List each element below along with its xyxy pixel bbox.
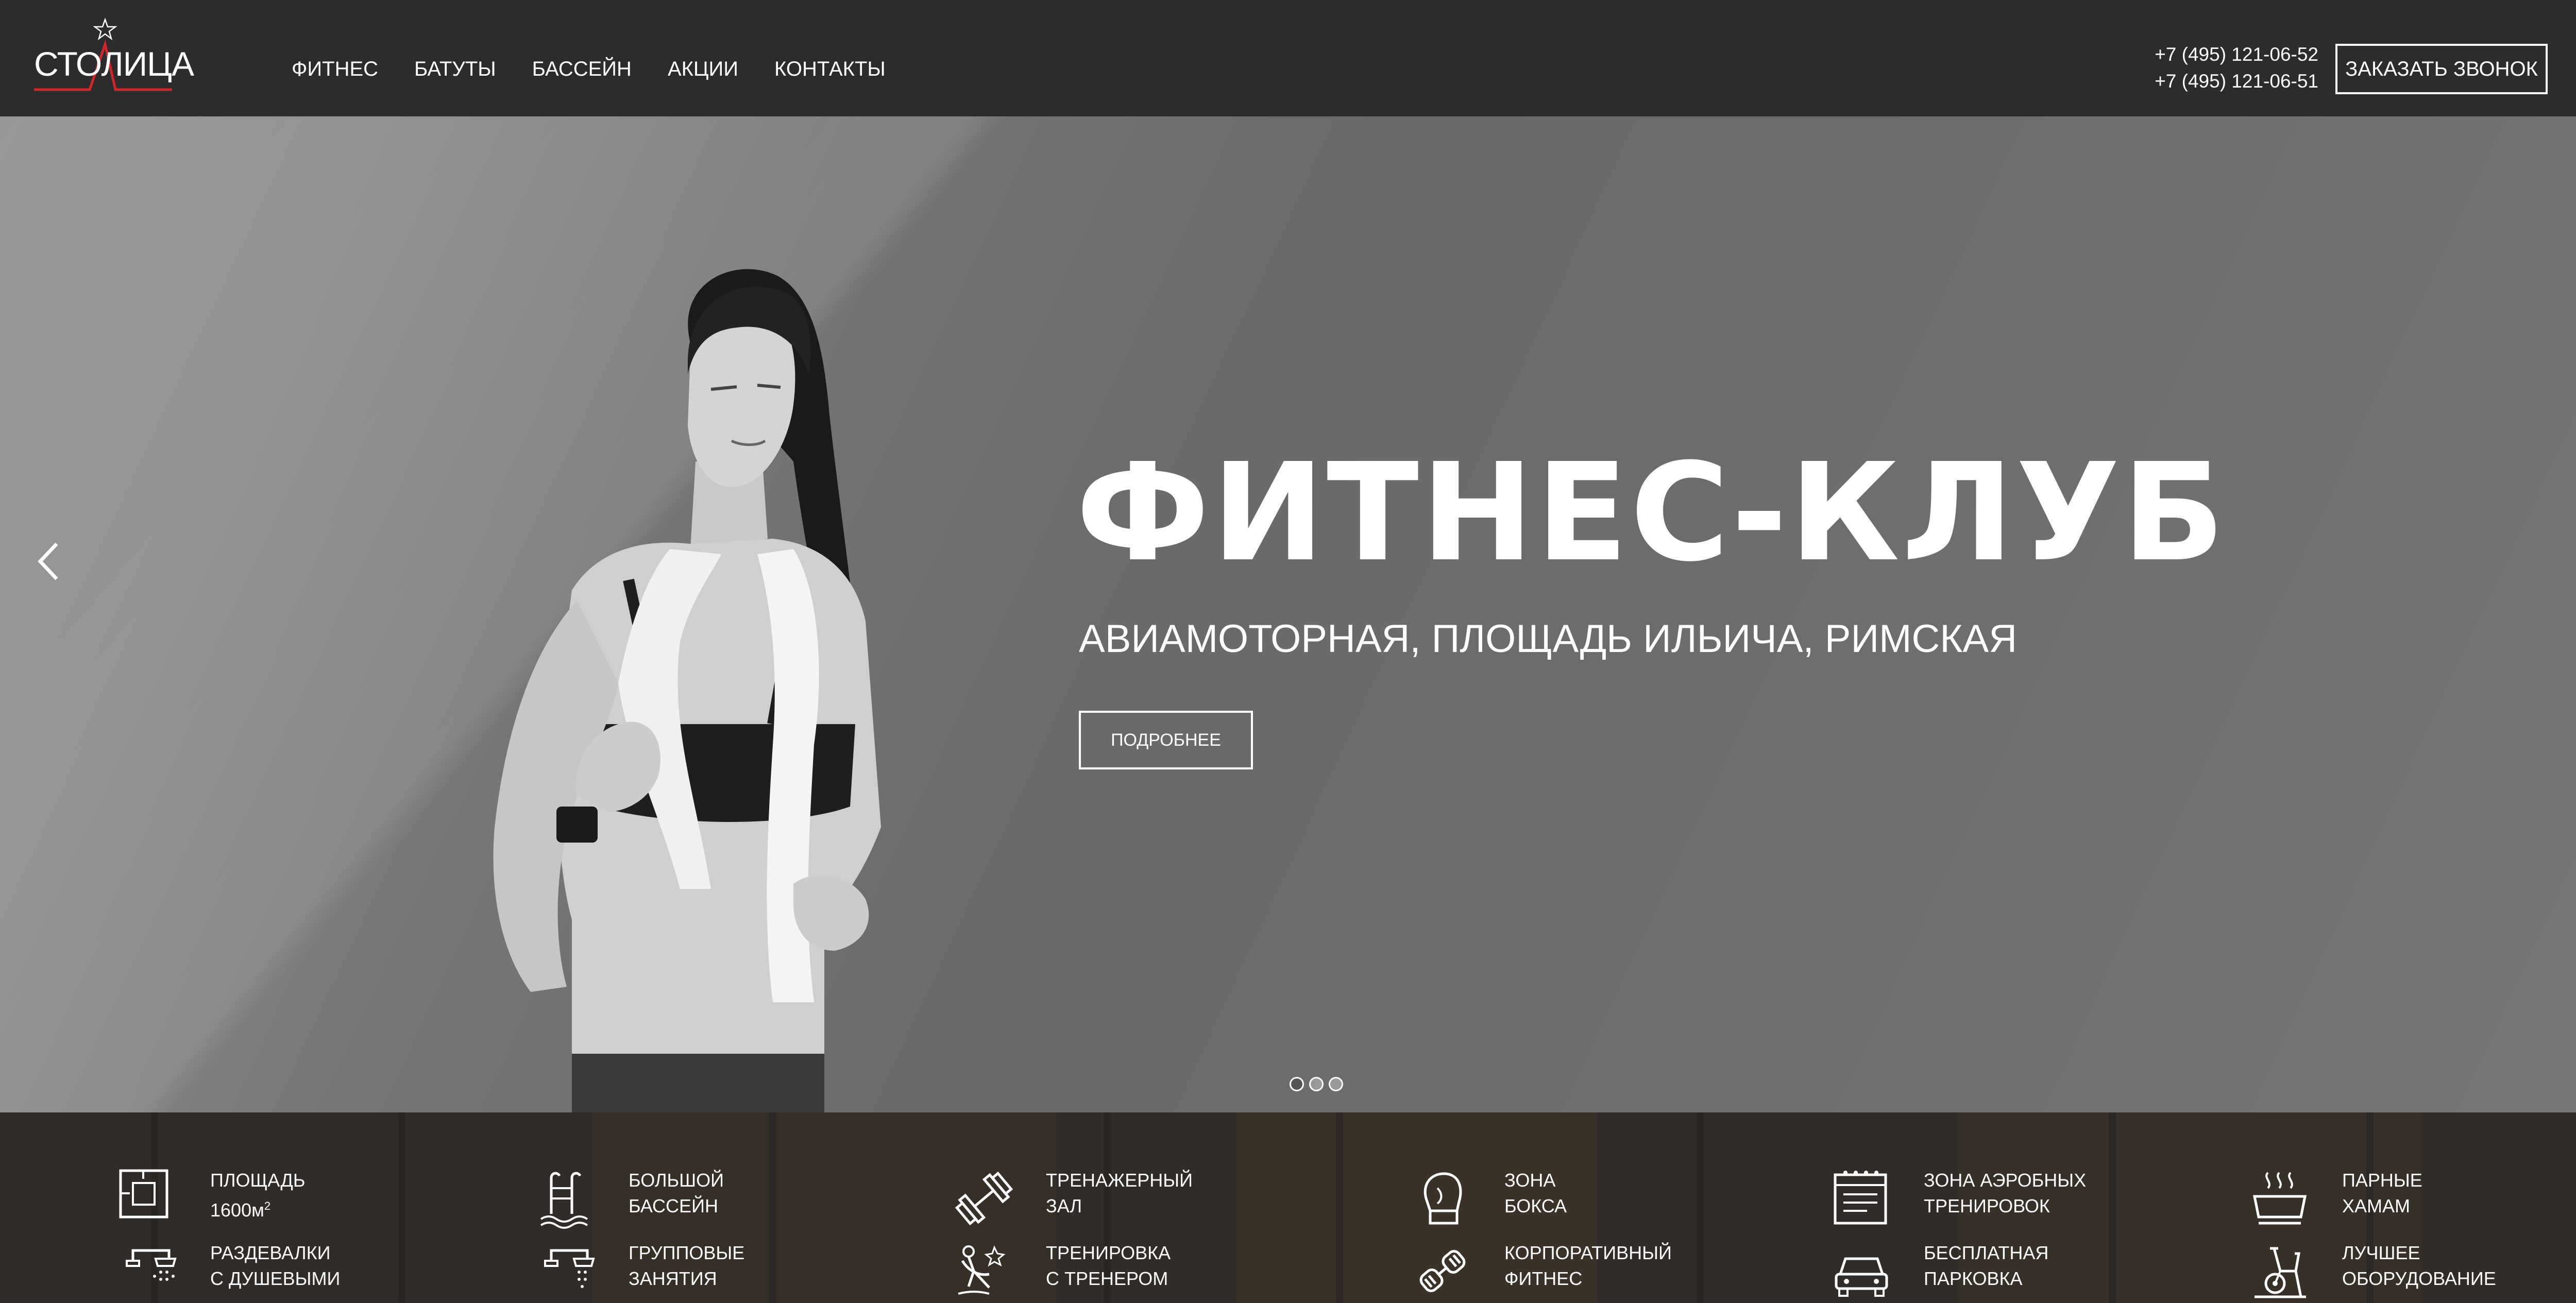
feature-label: ГРУППОВЫЕ ЗАНЯТИЯ	[629, 1242, 745, 1289]
feature-label: ТРЕНИРОВКА С ТРЕНЕРОМ	[1046, 1242, 1171, 1289]
shower-icon	[126, 1249, 177, 1281]
hero-woman-image	[493, 269, 881, 1112]
boxing-glove-icon	[1423, 1172, 1462, 1225]
order-callback-button[interactable]: ЗАКАЗАТЬ ЗВОНОК	[2335, 44, 2548, 94]
shower-group-icon	[544, 1249, 595, 1288]
slider-dot-1[interactable]	[1290, 1077, 1304, 1091]
phone-1[interactable]: +7 (495) 121-06-52	[2138, 41, 2318, 68]
slider-dots	[1290, 1077, 1343, 1091]
feature-steam: ПАРНЫЕ ХАМАМ	[2249, 1168, 2576, 1240]
feature-label: ТРЕНАЖЕРНЫЙ ЗАЛ	[1046, 1170, 1193, 1216]
features-strip: ПЛОЩАДЬ 1600м2 БОЛЬШОЙ БАССЕЙН ТРЕНАЖЕРН…	[0, 1112, 2576, 1303]
feature-label: ПЛОЩАДЬ 1600м2	[210, 1170, 306, 1221]
feature-personal-training: ТРЕНИРОВКА С ТРЕНЕРОМ	[953, 1240, 1314, 1303]
feature-group-classes: ГРУППОВЫЕ ЗАНЯТИЯ	[536, 1240, 896, 1303]
feature-aerobics: ЗОНА АЭРОБНЫХ ТРЕНИРОВОК	[1831, 1168, 2192, 1240]
slider-dot-2[interactable]	[1309, 1077, 1324, 1091]
trainer-icon	[958, 1245, 1006, 1295]
feature-boxing: ЗОНА БОКСА	[1412, 1168, 1772, 1240]
feature-label: КОРПОРАТИВНЫЙ ФИТНЕС	[1504, 1242, 1672, 1289]
feature-label: ПАРНЫЕ ХАМАМ	[2342, 1170, 2422, 1216]
feature-label: БЕСПЛАТНАЯ ПАРКОВКА	[1924, 1242, 2049, 1289]
nav-trampolines[interactable]: БАТУТЫ	[414, 57, 496, 81]
feature-parking: БЕСПЛАТНАЯ ПАРКОВКА	[1831, 1240, 2192, 1303]
dumbbell-icon	[955, 1171, 1013, 1226]
nav-fitness[interactable]: ФИТНЕС	[292, 57, 378, 81]
exercise-bike-icon	[2255, 1247, 2306, 1298]
logo[interactable]: СТОЛИЦА	[34, 18, 194, 100]
hero-slider: ФИТНЕС-КЛУБ АВИАМОТОРНАЯ, ПЛОЩАДЬ ИЛЬИЧА…	[0, 116, 2576, 1112]
feature-equipment: ЛУЧШЕЕ ОБОРУДОВАНИЕ	[2249, 1240, 2576, 1303]
feature-pool: БОЛЬШОЙ БАССЕЙН	[536, 1168, 896, 1240]
feature-area: ПЛОЩАДЬ 1600м2	[117, 1168, 478, 1240]
feature-gym: ТРЕНАЖЕРНЫЙ ЗАЛ	[953, 1168, 1314, 1240]
feature-label: РАЗДЕВАЛКИ С ДУШЕВЫМИ	[210, 1242, 341, 1289]
pool-icon	[540, 1172, 588, 1229]
more-details-button[interactable]: ПОДРОБНЕЕ	[1079, 711, 1253, 769]
hero-title: ФИТНЕС-КЛУБ	[1076, 434, 2227, 591]
feature-label: ЗОНА АЭРОБНЫХ ТРЕНИРОВОК	[1924, 1170, 2087, 1216]
hand-grip-icon	[1419, 1250, 1466, 1292]
car-icon	[1835, 1257, 1888, 1297]
floor-plan-icon	[119, 1169, 168, 1219]
feature-label: ЛУЧШЕЕ ОБОРУДОВАНИЕ	[2342, 1242, 2496, 1289]
feature-corporate: КОРПОРАТИВНЫЙ ФИТНЕС	[1412, 1240, 1772, 1303]
site-header: СТОЛИЦА ФИТНЕС БАТУТЫ БАССЕЙН АКЦИИ КОНТ…	[0, 0, 2576, 116]
next-slide-icon[interactable]	[2571, 528, 2576, 590]
aerobics-board-icon	[1834, 1171, 1887, 1225]
logo-text: СТОЛИЦА	[34, 45, 194, 83]
phone-2[interactable]: +7 (495) 121-06-51	[2138, 68, 2318, 95]
feature-locker-rooms: РАЗДЕВАЛКИ С ДУШЕВЫМИ	[117, 1240, 478, 1303]
hero-light-overlay	[0, 116, 2576, 1112]
nav-pool[interactable]: БАССЕЙН	[532, 57, 632, 81]
main-nav: ФИТНЕС БАТУТЫ БАССЕЙН АКЦИИ КОНТАКТЫ	[292, 57, 922, 81]
steam-icon	[2252, 1172, 2307, 1225]
slider-dot-3[interactable]	[1329, 1077, 1343, 1091]
nav-contacts[interactable]: КОНТАКТЫ	[774, 57, 886, 81]
phone-numbers: +7 (495) 121-06-52 +7 (495) 121-06-51	[2138, 41, 2318, 95]
feature-label: БОЛЬШОЙ БАССЕЙН	[629, 1170, 724, 1216]
nav-promotions[interactable]: АКЦИИ	[668, 57, 738, 81]
hero-subtitle: АВИАМОТОРНАЯ, ПЛОЩАДЬ ИЛЬИЧА, РИМСКАЯ	[1079, 617, 2018, 661]
feature-label: ЗОНА БОКСА	[1504, 1170, 1567, 1216]
prev-slide-icon[interactable]	[26, 528, 67, 590]
